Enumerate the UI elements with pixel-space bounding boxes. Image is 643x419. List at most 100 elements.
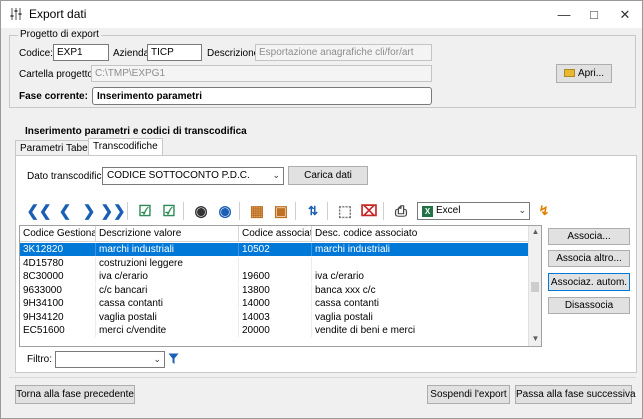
grid-cell-codice[interactable]: EC51600 [20,324,96,337]
grid-cell-desc-associato[interactable] [312,256,529,270]
grid-cell-descrizione[interactable]: cassa contanti [96,297,239,310]
column-header-associato[interactable]: Codice associato [239,226,312,242]
grid-cell-codice[interactable]: 9633000 [20,283,96,297]
grid-cell-associato[interactable] [239,256,312,270]
apri-button[interactable]: Apri... [556,64,612,83]
table-row[interactable]: 3K12820 marchi industriali 10502 marchi ind… [20,243,529,256]
chevron-down-icon: ⌄ [518,205,526,215]
toolbar-separator [183,202,184,220]
toolbar-separator [327,202,328,220]
associa-button[interactable]: Associa... [548,228,630,245]
table-row[interactable]: 8C30000 iva c/erario 19600 iva c/erario [20,270,529,283]
project-group-label: Progetto di export [18,29,101,40]
grid-cell-descrizione[interactable]: c/c bancari [96,283,239,297]
maximize-button[interactable]: □ [579,1,609,28]
filtro-select[interactable]: ⌄ [55,351,165,368]
grid-cell-associato[interactable]: 10502 [239,243,312,256]
check-save-icon[interactable]: ☑ [159,201,179,221]
grid-cell-associato[interactable]: 14003 [239,310,312,324]
table-row[interactable]: EC51600 merci c/vendite 20000 vendite di be… [20,324,529,337]
transcodifica-value: CODICE SOTTOCONTO P.D.C. [107,170,250,181]
check-icon[interactable]: ☑ [135,201,155,221]
apri-label: Apri... [577,68,605,79]
fase-precedente-button[interactable]: Torna alla fase precedente [15,385,135,404]
grid-cell-associato[interactable]: 14000 [239,297,312,310]
column-header-descrizione[interactable]: Descrizione valore [96,226,239,242]
grid-cell-codice[interactable]: 9H34100 [20,297,96,310]
azienda-input[interactable]: TICP [147,44,202,61]
printer-icon[interactable]: ⎙ [391,201,411,221]
grid-cell-codice[interactable]: 3K12820 [20,243,96,256]
descrizione-input[interactable]: Esportazione anagrafiche cli/for/art [255,44,432,61]
toolbar-separator [127,202,128,220]
fase-label: Fase corrente: [19,91,88,102]
scroll-down-icon[interactable]: ▼ [529,334,541,343]
table-row[interactable]: 9H34100 cassa contanti 14000 cassa contanti [20,297,529,310]
grid-cell-desc-associato[interactable]: cassa contanti [312,297,529,310]
grid-cell-associato[interactable]: 19600 [239,270,312,283]
chevron-down-icon: ⌄ [153,354,161,364]
transcodifica-select[interactable]: CODICE SOTTOCONTO P.D.C. ⌄ [102,167,284,185]
grid-cell-desc-associato[interactable]: marchi industriali [312,243,529,256]
sospendi-export-button[interactable]: Sospendi l'export [427,385,510,404]
lightning-icon[interactable]: ↯ [534,201,554,221]
scroll-up-icon[interactable]: ▲ [529,227,541,236]
last-record-icon[interactable]: ❯❯ [100,201,125,221]
select-area-icon[interactable]: ⬚ [335,201,355,221]
cartella-input[interactable]: C:\TMP\EXPG1 [91,65,432,82]
table-row[interactable]: 9633000 c/c bancari 13800 banca xxx c/c [20,283,529,297]
grid-cell-desc-associato[interactable]: vaglia postali [312,310,529,324]
grid-cell-associato[interactable]: 13800 [239,283,312,297]
grid-cell-associato[interactable]: 20000 [239,324,312,337]
folder-icon [563,69,575,77]
columns-icon[interactable]: ▦ [247,201,267,221]
grid-cell-desc-associato[interactable]: vendite di beni e merci [312,324,529,337]
find-next-icon[interactable]: ◉ [215,201,235,221]
descrizione-label: Descrizione: [207,48,263,59]
grid-cell-descrizione[interactable]: merci c/vendite [96,324,239,337]
grid-cell-codice[interactable]: 9H34120 [20,310,96,324]
codice-label: Codice: [19,48,53,59]
carica-dati-button[interactable]: Carica dati [288,166,368,185]
export-format-select[interactable]: X Excel ⌄ [417,202,530,220]
grid-cell-codice[interactable]: 8C30000 [20,270,96,283]
scrollbar-thumb[interactable] [531,282,539,292]
table-row[interactable]: 4D15780 costruzioni leggere [20,256,529,270]
binoculars-icon[interactable]: ◉ [191,201,211,221]
filter-icon[interactable] [168,353,179,365]
toolbar-separator [239,202,240,220]
grid-toolbar: ❮❮ ❮ ❯ ❯❯ ☑ ☑ ◉ ◉ ▦ ▣ ⇅ ⬚ ⌧ ⎙ X Excel ⌄ [19,198,530,224]
first-record-icon[interactable]: ❮❮ [26,201,51,221]
associa-altro-button[interactable]: Associa altro... [548,250,630,267]
window-title: Export dati [29,7,87,21]
previous-record-icon[interactable]: ❮ [55,201,75,221]
grid-scrollbar[interactable]: ▲ ▼ [528,226,541,346]
fase-successiva-button[interactable]: Passa alla fase successiva [515,385,636,404]
table-row[interactable]: 9H34120 vaglia postali 14003 vaglia postali [20,310,529,324]
sliders-icon [10,8,22,20]
column-header-desc-associato[interactable]: Desc. codice associato [312,226,529,242]
azienda-label: Azienda [113,48,150,59]
codice-input[interactable]: EXP1 [53,44,109,61]
clear-selection-icon[interactable]: ⌧ [359,201,379,221]
grid-cell-descrizione[interactable]: marchi industriali [96,243,239,256]
footer-separator [9,377,636,378]
grid-cell-descrizione[interactable]: vaglia postali [96,310,239,324]
excel-icon: X [422,206,433,217]
grid-cell-codice[interactable]: 4D15780 [20,256,96,270]
grid-cell-descrizione[interactable]: iva c/erario [96,270,239,283]
close-button[interactable]: ✕ [610,1,640,28]
associaz-autom-button[interactable]: Associaz. autom. [548,273,630,291]
tab-transcodifiche[interactable]: Transcodifiche [88,138,163,156]
grid-cell-desc-associato[interactable]: banca xxx c/c [312,283,529,297]
layout-icon[interactable]: ▣ [271,201,291,221]
export-window: Export dati — □ ✕ Progetto di export Cod… [0,0,643,419]
sort-az-icon[interactable]: ⇅ [303,201,323,221]
grid-cell-desc-associato[interactable]: iva c/erario [312,270,529,283]
next-record-icon[interactable]: ❯ [79,201,99,221]
column-header-codice[interactable]: Codice Gestionale [20,226,96,242]
grid-cell-descrizione[interactable]: costruzioni leggere [96,256,239,270]
filtro-label: Filtro: [27,354,52,365]
disassocia-button[interactable]: Disassocia [548,297,630,314]
minimize-button[interactable]: — [549,1,579,28]
